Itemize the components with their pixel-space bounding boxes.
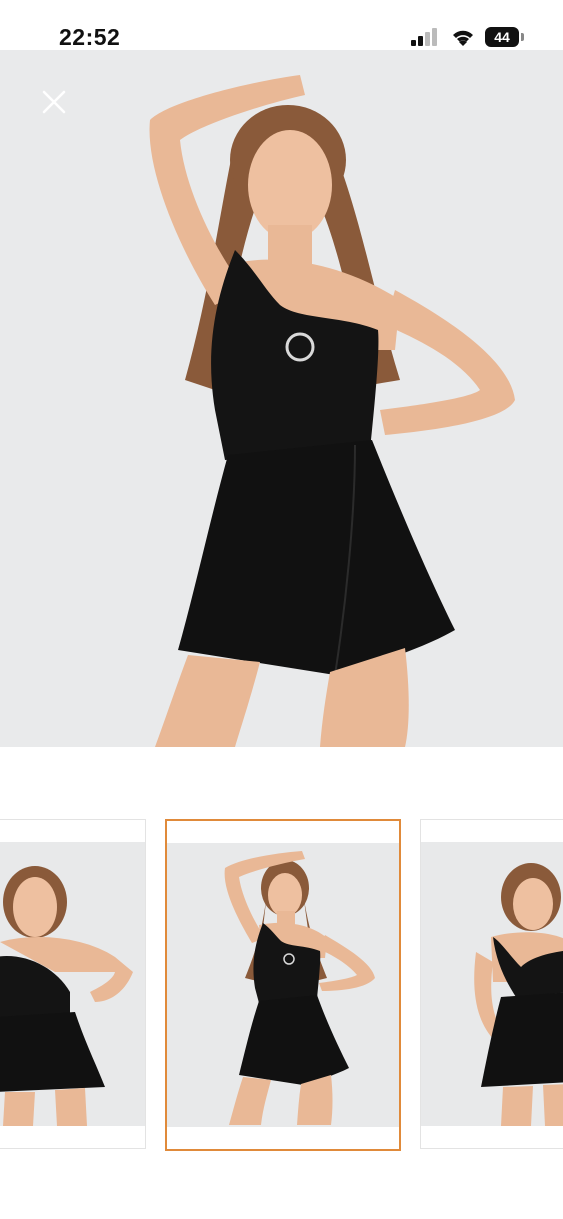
close-icon bbox=[42, 90, 66, 114]
thumbnail-3[interactable] bbox=[420, 819, 563, 1149]
thumbnail-2-selected[interactable] bbox=[165, 819, 401, 1151]
wifi-icon bbox=[453, 30, 473, 46]
battery-icon: 44 bbox=[485, 27, 525, 47]
model-photo-2 bbox=[224, 851, 375, 1125]
product-image-main[interactable] bbox=[0, 50, 563, 747]
thumbnail-strip bbox=[0, 819, 563, 1151]
close-button[interactable] bbox=[38, 86, 70, 118]
status-time: 22:52 bbox=[59, 24, 121, 50]
status-bar: 22:52 44 bbox=[0, 0, 563, 50]
model-photo-3 bbox=[474, 863, 563, 1126]
thumbnail-image-3 bbox=[421, 842, 563, 1126]
thumbnail-1[interactable] bbox=[0, 819, 146, 1149]
model-photo-main bbox=[0, 50, 563, 747]
thumbnail-image-2 bbox=[167, 843, 399, 1127]
thumbnail-image-1 bbox=[0, 842, 145, 1126]
battery-level: 44 bbox=[485, 27, 519, 47]
signal-icon bbox=[411, 28, 437, 46]
battery-tip bbox=[521, 33, 524, 41]
model-photo-1 bbox=[0, 866, 133, 1126]
